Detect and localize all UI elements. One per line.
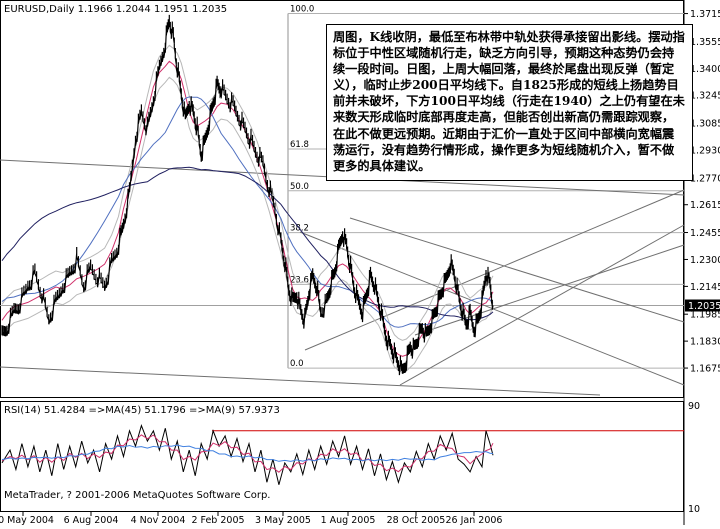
fib-level-label: 61.8 (290, 140, 309, 150)
chart-header: EURUSD,Daily 1.1966 1.2044 1.1951 1.2035 (4, 4, 227, 15)
price-tick-label: 1.2770 (690, 173, 720, 184)
fib-level-label: 50.0 (290, 182, 309, 192)
fib-level-label: 23.6 (290, 275, 309, 285)
rsi-tick-label: 90 (688, 401, 700, 412)
time-tick-label: 3 May 2005 (255, 515, 311, 525)
price-tick-label: 1.2145 (690, 282, 720, 293)
price-tick-label: 1.2930 (690, 145, 720, 156)
price-tick-label: 1.3245 (690, 91, 720, 102)
time-axis-labels: 10 May 2004 6 Aug 2004 4 Nov 2004 2 Feb 200… (0, 512, 503, 526)
price-tick-label: 1.3085 (690, 119, 720, 130)
price-tick-label: 1.3555 (690, 37, 720, 48)
rsi-tick-label: 10 (688, 504, 700, 515)
price-tick-label: 1.3400 (690, 64, 720, 75)
time-tick-label: 26 Jan 2006 (446, 515, 503, 525)
time-tick-label: 10 May 2004 (0, 515, 54, 525)
price-tick-label: 1.1675 (690, 364, 720, 375)
current-price-label: 1.2035 (688, 301, 720, 312)
price-tick-label: 1.1830 (690, 337, 720, 348)
rsi-title: RSI(14) 51.4284 =>MA(45) 51.1796 =>MA(9)… (4, 405, 280, 416)
fib-level-label: 100.0 (290, 5, 314, 15)
price-tick-label: 1.2300 (690, 255, 720, 266)
time-tick-label: 2 Feb 2005 (191, 515, 244, 525)
price-tick-label: 1.3715 (690, 9, 720, 20)
time-tick-label: 28 Oct 2005 (387, 515, 446, 525)
time-tick-label: 4 Nov 2004 (131, 515, 186, 525)
annotation-box: 周图，K线收阴，最低至布林带中轨处获得承接留出影线。摆动指标位于中性区域随机行走… (326, 24, 693, 181)
price-tick-label: 1.2455 (690, 228, 720, 239)
price-tick-label: 1.2615 (690, 200, 720, 211)
chart-window: 100.0 61.8 50.0 38.2 23.6 0.0 1.3715 1.3555 1.3… (0, 0, 720, 526)
time-tick-label: 1 Aug 2005 (321, 515, 376, 525)
fib-level-label: 0.0 (290, 359, 304, 369)
time-tick-label: 6 Aug 2004 (64, 515, 119, 525)
copyright-text: MetaTrader, ? 2001-2006 MetaQuotes Softw… (4, 490, 270, 501)
